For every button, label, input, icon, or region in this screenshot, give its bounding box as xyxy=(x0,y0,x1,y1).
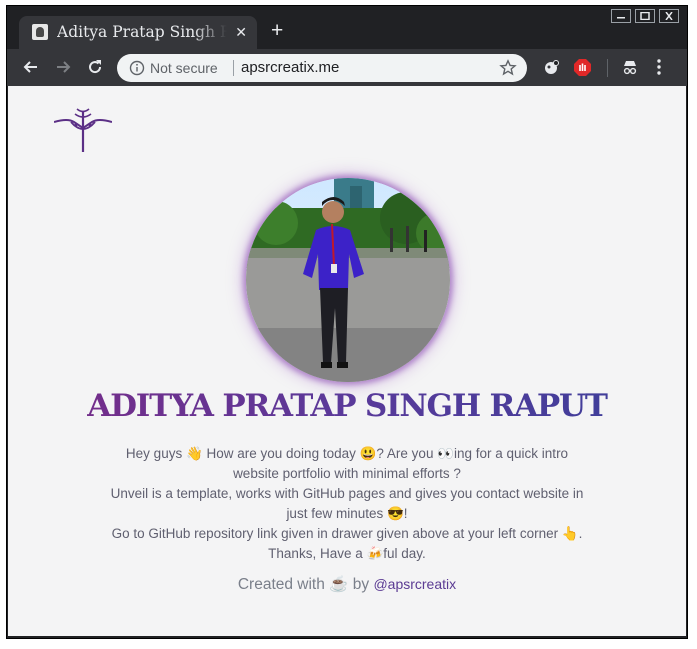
site-logo-icon[interactable] xyxy=(54,106,112,154)
reload-icon[interactable] xyxy=(85,57,105,77)
adblock-icon[interactable] xyxy=(573,58,592,77)
profile-photo xyxy=(246,178,450,382)
browser-window: Aditya Pratap Singh Raput ✕ + xyxy=(6,5,688,639)
intro-line: just few minutes 😎! xyxy=(286,506,408,521)
back-arrow-icon[interactable] xyxy=(21,57,41,77)
minimize-button[interactable] xyxy=(611,9,631,23)
tab-close-icon[interactable]: ✕ xyxy=(235,24,247,40)
extension-ghost-icon[interactable] xyxy=(543,58,561,76)
security-status[interactable]: Not secure xyxy=(150,60,218,76)
tab-active[interactable]: Aditya Pratap Singh Raput ✕ xyxy=(19,16,257,49)
incognito-icon[interactable] xyxy=(621,58,639,76)
maximize-icon xyxy=(640,12,650,20)
credit-line: Created with ☕ by @apsrcreatix xyxy=(8,575,686,594)
close-icon xyxy=(665,12,673,20)
maximize-button[interactable] xyxy=(635,9,655,23)
profile-photo-image xyxy=(246,178,450,382)
intro-line: Go to GitHub repository link given in dr… xyxy=(111,526,583,541)
kebab-menu-icon[interactable] xyxy=(655,58,663,76)
page-title: ADITYA PRATAP SINGH RAPUT xyxy=(8,388,686,424)
divider xyxy=(233,60,234,76)
minimize-icon xyxy=(617,17,625,19)
credit-text: Created with ☕ by xyxy=(237,576,370,593)
address-bar[interactable]: Not secure apsrcreatix.me xyxy=(117,54,527,82)
info-icon[interactable] xyxy=(129,60,145,76)
close-window-button[interactable] xyxy=(659,9,679,23)
tab-strip: Aditya Pratap Singh Raput ✕ + xyxy=(7,6,687,49)
bookmark-star-icon[interactable] xyxy=(499,59,517,77)
url-text[interactable]: apsrcreatix.me xyxy=(241,59,339,76)
intro-line: Thanks, Have a 🍻ful day. xyxy=(268,546,426,561)
intro-text: Hey guys 👋 How are you doing today 😃? Ar… xyxy=(68,444,626,564)
toolbar: Not secure apsrcreatix.me xyxy=(7,49,687,86)
tab-title: Aditya Pratap Singh Raput xyxy=(57,23,227,41)
site-favicon-icon xyxy=(32,24,48,40)
toolbar-divider xyxy=(607,59,608,77)
author-link[interactable]: @apsrcreatix xyxy=(373,576,456,592)
page-content: ADITYA PRATAP SINGH RAPUT Hey guys 👋 How… xyxy=(8,86,686,636)
intro-line: Hey guys 👋 How are you doing today 😃? Ar… xyxy=(125,446,569,461)
intro-line: website portfolio with minimal efforts ? xyxy=(233,466,461,481)
forward-arrow-icon[interactable] xyxy=(53,57,73,77)
new-tab-button[interactable]: + xyxy=(271,20,283,42)
intro-line: Unveil is a template, works with GitHub … xyxy=(110,486,584,501)
